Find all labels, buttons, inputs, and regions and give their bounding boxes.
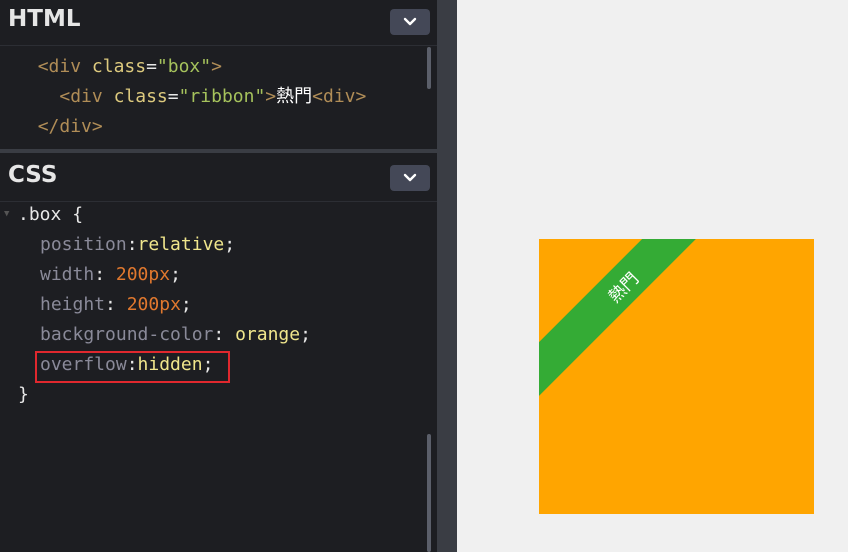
css-pane-header: CSS xyxy=(0,156,437,200)
css-pane-title: CSS xyxy=(8,162,58,188)
pane-separator xyxy=(0,45,437,46)
preview-box: 熱門 xyxy=(539,239,814,514)
code-line: background-color: orange; xyxy=(40,324,311,345)
fold-triangle-icon[interactable]: ▼ xyxy=(4,209,9,219)
highlight-annotation xyxy=(35,351,230,383)
chevron-down-icon xyxy=(403,17,417,26)
html-pane-header: HTML xyxy=(0,0,437,44)
code-editor: HTML <div class="box"> <div class="ribbo… xyxy=(0,0,437,552)
code-line: width: 200px; xyxy=(40,264,181,285)
code-line: } xyxy=(18,384,29,405)
code-line: height: 200px; xyxy=(40,294,192,315)
html-collapse-button[interactable] xyxy=(390,9,430,35)
html-scrollbar[interactable] xyxy=(427,47,431,89)
preview-ribbon: 熱門 xyxy=(539,239,749,413)
code-line: .box { xyxy=(18,204,84,225)
chevron-down-icon xyxy=(403,173,417,182)
ribbon-label: 熱門 xyxy=(604,268,643,307)
code-line: </div> xyxy=(37,116,103,137)
code-line: <div class="box"> xyxy=(37,56,222,77)
css-collapse-button[interactable] xyxy=(390,165,430,191)
css-scrollbar[interactable] xyxy=(427,434,431,552)
pane-resize-handle[interactable] xyxy=(0,149,437,153)
code-line: position:relative; xyxy=(40,234,236,255)
html-pane-title: HTML xyxy=(8,6,81,32)
code-line: <div class="ribbon">熱門<div> xyxy=(59,86,367,107)
editor-preview-splitter[interactable] xyxy=(437,0,457,552)
